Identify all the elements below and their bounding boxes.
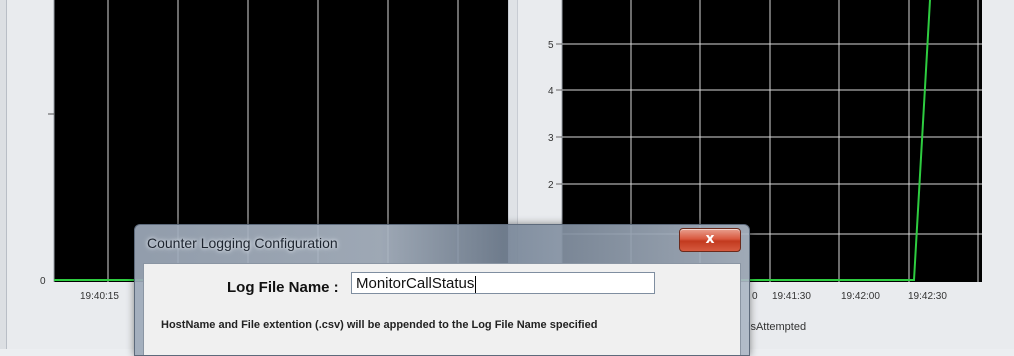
log-file-name-input[interactable]: MonitorCallStatus — [351, 272, 655, 294]
right-y-tick-3: 3 — [548, 133, 554, 144]
right-x-tick-label: 19:41:30 — [772, 291, 811, 302]
close-icon: x — [705, 231, 715, 247]
right-legend-label: lsAttempted — [748, 321, 806, 333]
right-y-tick-5: 5 — [548, 40, 554, 51]
left-y-tick-label: 0 — [40, 276, 46, 287]
dialog-title: Counter Logging Configuration — [147, 235, 338, 251]
right-x-tick-label: 19:42:00 — [841, 291, 880, 302]
log-file-name-label: Log File Name : — [227, 279, 339, 296]
left-x-tick-label: 19:40:15 — [80, 291, 119, 302]
log-file-name-value: MonitorCallStatus — [356, 275, 475, 292]
right-x-tick-label: 19:42:30 — [908, 291, 947, 302]
right-y-tick-4: 4 — [548, 86, 554, 97]
text-caret — [475, 275, 477, 293]
file-name-hint: HostName and File extention (.csv) will … — [161, 319, 598, 331]
right-x-ticks: 0 19:41:30 19:42:00 19:42:30 — [752, 291, 947, 302]
counter-logging-dialog: Counter Logging Configuration x Log File… — [134, 224, 750, 356]
right-y-ticks: 5 4 3 2 — [548, 40, 562, 191]
dialog-body: Log File Name : MonitorCallStatus HostNa… — [143, 263, 741, 355]
close-button[interactable]: x — [679, 228, 741, 252]
window-left-border — [0, 0, 7, 349]
right-y-tick-2: 2 — [548, 180, 554, 191]
right-x-tick-label: 0 — [752, 291, 758, 302]
